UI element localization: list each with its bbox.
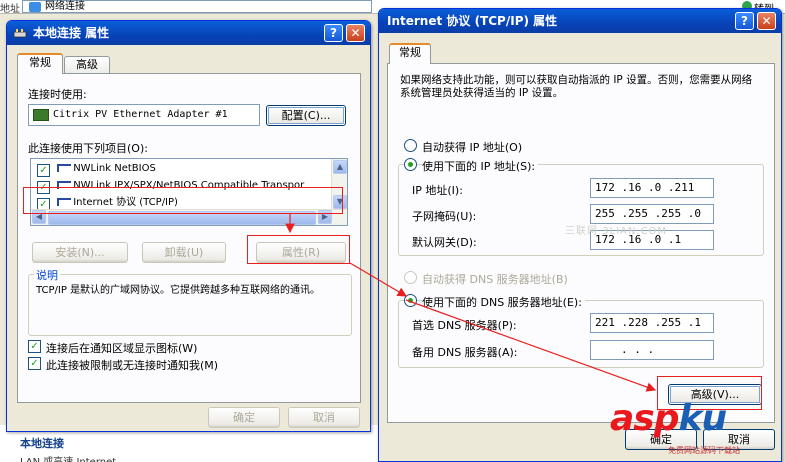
install-button[interactable]: 安装(N)...: [32, 242, 128, 263]
configure-button[interactable]: 配置(C)...: [266, 105, 346, 126]
network-card-icon: [33, 109, 49, 121]
notify-checkbox[interactable]: ✓: [28, 357, 41, 370]
right-dialog-title: Internet 协议 (TCP/IP) 属性: [387, 14, 558, 28]
item-label: NWLink NetBIOS: [73, 163, 156, 174]
preferred-dns-field[interactable]: 221 .228 .255 .1: [590, 313, 714, 333]
alternate-dns-field[interactable]: . . .: [590, 340, 714, 360]
network-connections-icon: [29, 2, 41, 12]
auto-dns-radio[interactable]: [404, 271, 417, 284]
annotation-highlight-tcpip: [23, 187, 343, 214]
show-icon-label: 连接后在通知区域显示图标(W): [46, 342, 198, 355]
site-logo-watermark: aspku: [610, 398, 728, 439]
items-label: 此连接使用下列项目(O):: [28, 142, 148, 155]
notify-label: 此连接被限制或无连接时通知我(M): [46, 359, 219, 372]
manual-dns-label: 使用下面的 DNS 服务器地址(E):: [422, 294, 585, 310]
logo-ku: ku: [678, 398, 728, 439]
cancel-button[interactable]: 取消: [288, 407, 360, 428]
manual-ip-radio[interactable]: [404, 158, 417, 171]
alternate-dns-label: 备用 DNS 服务器(A):: [412, 346, 518, 359]
tcpip-general-panel: 如果网络支持此功能，则可以获取自动指派的 IP 设置。否则，您需要从网络系统管理…: [387, 63, 775, 423]
help-button[interactable]: ?: [324, 24, 343, 42]
watermark-subtitle: 免费网站源码下载站: [668, 446, 740, 455]
address-label: 地址: [0, 4, 20, 15]
address-value: 网络连接: [45, 1, 85, 12]
annotation-highlight-properties: [247, 235, 350, 264]
list-item[interactable]: ✓ NWLink NetBIOS: [33, 161, 156, 177]
adapter-name: Citrix PV Ethernet Adapter #1: [53, 109, 228, 120]
close-button[interactable]: ✕: [346, 24, 365, 42]
show-icon-checkbox[interactable]: ✓: [28, 340, 41, 353]
tab-general[interactable]: 常规: [389, 43, 431, 64]
tab-general[interactable]: 常规: [17, 53, 63, 74]
description-text: TCP/IP 是默认的广域网协议。它提供跨越多种互联网络的通讯。: [36, 285, 321, 296]
local-connection-properties-dialog: 本地连接 属性 ? ✕ 常规 高级 连接时使用: Citrix PV Ether…: [6, 20, 371, 432]
auto-ip-radio[interactable]: [404, 139, 417, 152]
item-checkbox[interactable]: ✓: [37, 164, 50, 177]
left-dialog-title: 本地连接 属性: [33, 26, 110, 40]
faint-watermark: 三联网 3LIAN.COM: [565, 226, 668, 237]
auto-ip-label: 自动获得 IP 地址(O): [422, 141, 523, 154]
ok-button[interactable]: 确定: [208, 407, 280, 428]
subnet-mask-field[interactable]: 255 .255 .255 .0: [590, 204, 714, 224]
auto-dns-label: 自动获得 DNS 服务器地址(B): [422, 273, 568, 286]
intro-text: 如果网络支持此功能，则可以获取自动指派的 IP 设置。否则，您需要从网络系统管理…: [400, 74, 753, 99]
manual-ip-label: 使用下面的 IP 地址(S):: [422, 158, 539, 174]
ip-address-field[interactable]: 172 .16 .0 .211: [590, 178, 714, 198]
adapter-name-field: Citrix PV Ethernet Adapter #1: [28, 104, 260, 126]
connect-using-label: 连接时使用:: [28, 88, 87, 101]
logo-asp: asp: [610, 398, 679, 439]
help-button[interactable]: ?: [735, 12, 754, 30]
subnet-mask-label: 子网掩码(U):: [412, 210, 477, 223]
description-label: 说明: [34, 267, 60, 283]
ip-address-label: IP 地址(I):: [412, 184, 463, 197]
scroll-up-arrow-icon[interactable]: ▲: [333, 160, 347, 174]
gateway-label: 默认网关(D):: [412, 236, 477, 249]
preferred-dns-label: 首选 DNS 服务器(P):: [412, 319, 517, 332]
tab-advanced[interactable]: 高级: [64, 56, 110, 74]
network-adapter-icon: [13, 29, 27, 38]
manual-dns-radio[interactable]: [404, 294, 417, 307]
right-titlebar[interactable]: Internet 协议 (TCP/IP) 属性 ? ✕: [379, 9, 781, 33]
close-button[interactable]: ✕: [757, 12, 776, 30]
details-title: 本地连接: [20, 437, 64, 450]
address-input[interactable]: 网络连接: [22, 0, 372, 13]
protocol-icon: [57, 164, 72, 172]
details-subtitle: LAN 或高速 Internet: [20, 453, 116, 462]
left-titlebar[interactable]: 本地连接 属性 ? ✕: [7, 21, 370, 45]
uninstall-button[interactable]: 卸载(U): [142, 242, 226, 263]
